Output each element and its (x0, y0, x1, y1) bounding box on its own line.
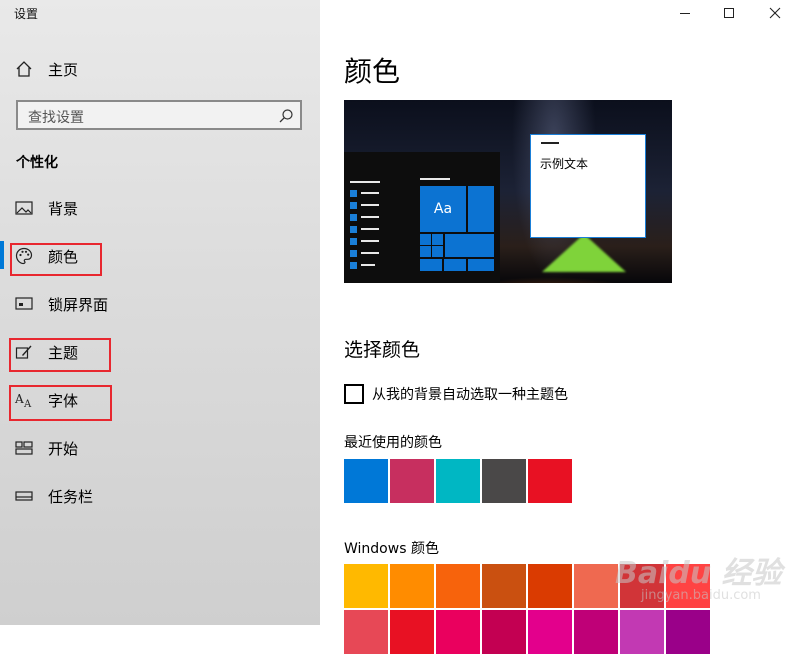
sidebar-item-start[interactable]: 开始 (0, 428, 320, 468)
color-swatch[interactable] (482, 564, 526, 608)
search-placeholder: 查找设置 (28, 110, 84, 126)
theme-preview: Aa 示例文本 (344, 100, 672, 283)
color-swatch[interactable] (620, 610, 664, 654)
color-swatch[interactable] (436, 459, 480, 503)
maximize-button[interactable] (706, 0, 752, 26)
color-swatch[interactable] (390, 610, 434, 654)
preview-window: 示例文本 (530, 134, 646, 238)
color-swatch[interactable] (390, 564, 434, 608)
color-swatch[interactable] (482, 459, 526, 503)
lock-screen-icon (14, 295, 34, 313)
start-icon (14, 439, 34, 457)
auto-pick-label[interactable]: 从我的背景自动选取一种主题色 (372, 384, 568, 404)
taskbar-icon (14, 487, 34, 505)
sidebar-item-label: 任务栏 (48, 488, 94, 506)
color-swatch[interactable] (344, 459, 388, 503)
image-icon (14, 199, 34, 217)
home-icon (14, 60, 34, 78)
recent-colors-title: 最近使用的颜色 (344, 435, 442, 451)
sidebar-item-lock-screen[interactable]: 锁屏界面 (0, 284, 320, 324)
color-swatch[interactable] (574, 610, 618, 654)
preview-sample-text: 示例文本 (540, 157, 589, 171)
close-icon (769, 7, 781, 19)
minimize-button[interactable] (662, 0, 708, 26)
sidebar-item-background[interactable]: 背景 (0, 188, 320, 228)
color-swatch[interactable] (482, 610, 526, 654)
tent-glow (542, 234, 626, 272)
color-swatch[interactable] (528, 564, 572, 608)
highlight-box (10, 243, 102, 276)
color-swatch[interactable] (528, 610, 572, 654)
watermark: Baidu 经验 jingyan.baidu.com (615, 548, 785, 608)
color-swatch[interactable] (666, 610, 710, 654)
window-title: 设置 (14, 7, 39, 21)
sidebar-item-taskbar[interactable]: 任务栏 (0, 476, 320, 516)
color-swatch[interactable] (436, 610, 480, 654)
section-title: 个性化 (16, 155, 58, 171)
preview-tile: Aa (420, 186, 466, 232)
close-button[interactable] (752, 0, 795, 26)
color-swatch[interactable] (344, 564, 388, 608)
sidebar-item-home[interactable]: 主页 (0, 49, 320, 89)
color-swatch[interactable] (436, 564, 480, 608)
highlight-box (9, 385, 112, 421)
color-swatch[interactable] (344, 610, 388, 654)
page-title: 颜色 (344, 55, 401, 88)
watermark-url: jingyan.baidu.com (641, 588, 761, 603)
color-swatch[interactable] (390, 459, 434, 503)
sidebar-item-label: 主页 (48, 61, 79, 79)
sidebar-item-label: 锁屏界面 (48, 296, 109, 314)
choose-color-title: 选择颜色 (344, 339, 421, 361)
highlight-box (9, 338, 111, 372)
windows-colors-title: Windows 颜色 (344, 541, 439, 557)
color-swatch[interactable] (528, 459, 572, 503)
search-input[interactable]: 查找设置 (16, 100, 302, 130)
auto-pick-checkbox[interactable] (344, 384, 364, 404)
sidebar: 设置 主页 查找设置 个性化 背景 颜色 锁屏界面 主题 A A 字体 开始 任… (0, 0, 320, 625)
sidebar-item-label: 背景 (48, 200, 79, 218)
color-swatch[interactable] (574, 564, 618, 608)
watermark-brand: Baidu 经验 (615, 556, 782, 591)
sidebar-item-label: 开始 (48, 440, 79, 458)
search-icon[interactable] (278, 108, 294, 124)
